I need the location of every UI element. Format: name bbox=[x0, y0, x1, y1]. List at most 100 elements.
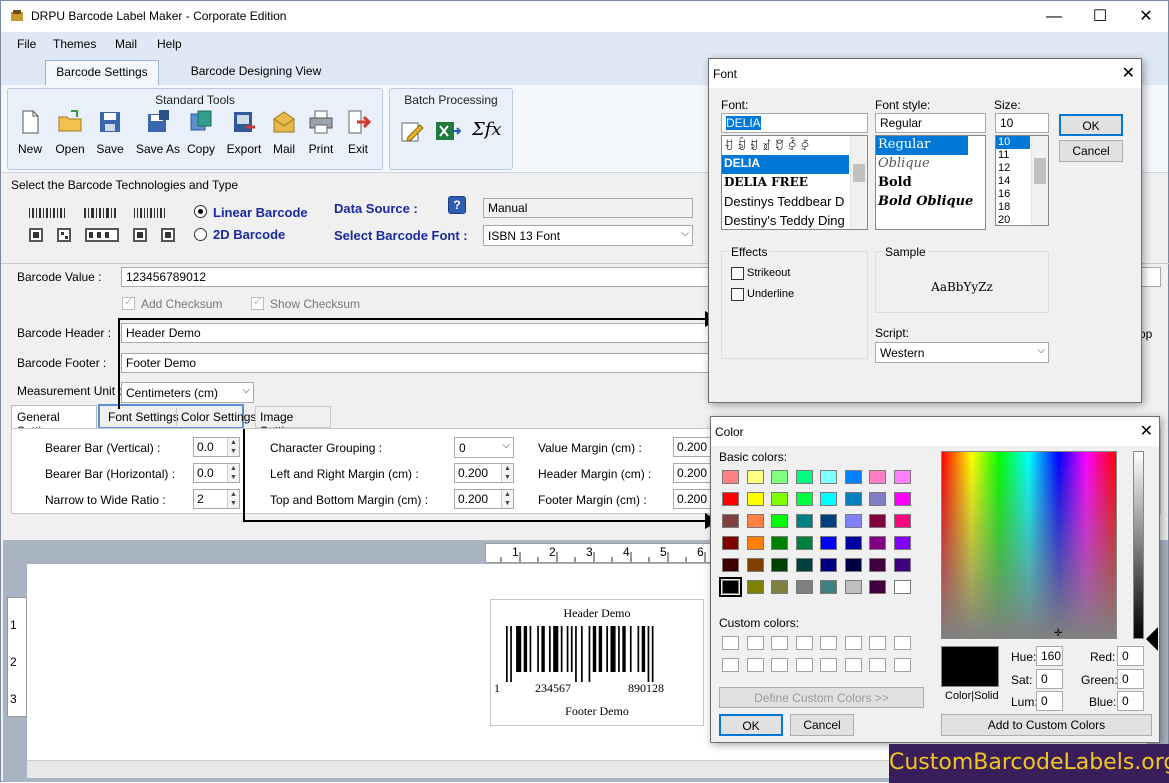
custom-color-swatch[interactable] bbox=[844, 658, 862, 672]
font-list-item[interactable]: Destinys Teddbear D bbox=[722, 193, 867, 212]
exit-button[interactable]: Exit bbox=[336, 109, 380, 156]
custom-color-swatch[interactable] bbox=[722, 658, 739, 672]
custom-color-swatch[interactable] bbox=[893, 636, 911, 650]
font-name-input[interactable]: DELIA bbox=[721, 113, 868, 133]
script-select[interactable]: Western ⌵ bbox=[875, 342, 1049, 363]
close-button[interactable]: ✕ bbox=[1123, 3, 1169, 30]
custom-color-swatch[interactable] bbox=[820, 658, 837, 672]
excel-icon[interactable] bbox=[434, 119, 462, 143]
font-list-item[interactable]: Destiny's Teddy Ding bbox=[722, 212, 867, 229]
menu-themes[interactable]: Themes bbox=[53, 37, 96, 51]
barcode-font-select[interactable]: ISBN 13 Font ⌵ bbox=[483, 225, 693, 246]
menu-file[interactable]: File bbox=[17, 37, 36, 51]
font-style-item[interactable]: Oblique bbox=[876, 155, 985, 174]
sat-input[interactable]: 0 bbox=[1036, 669, 1063, 689]
font-ok-button[interactable]: OK bbox=[1059, 114, 1123, 136]
new-document-icon bbox=[22, 110, 39, 134]
2d-barcode-radio[interactable] bbox=[194, 228, 207, 241]
font-name-value: DELIA bbox=[726, 116, 761, 130]
custom-color-swatch[interactable] bbox=[746, 636, 764, 650]
font-style-label: Font style: bbox=[875, 98, 931, 112]
minimize-button[interactable]: — bbox=[1031, 3, 1077, 30]
custom-color-swatch[interactable] bbox=[795, 658, 813, 672]
save-as-button[interactable]: Save As bbox=[135, 109, 181, 156]
data-source-field[interactable]: Manual bbox=[483, 198, 693, 218]
exit-icon bbox=[348, 110, 372, 134]
2d-barcode-label[interactable]: 2D Barcode bbox=[213, 227, 285, 242]
font-list[interactable]: ꀀ ꀁ ꀂ ꀃ ꀄ ꀅ ꀆ DELIA DELIA FREE Destinys … bbox=[721, 135, 868, 230]
custom-color-swatch[interactable] bbox=[869, 636, 886, 650]
linear-barcode-label[interactable]: Linear Barcode bbox=[213, 205, 308, 220]
export-label: Export bbox=[226, 142, 262, 156]
blue-input[interactable]: 0 bbox=[1117, 691, 1144, 711]
formula-icon[interactable]: Σfx bbox=[472, 119, 502, 140]
left-ruler: 1 2 3 bbox=[7, 597, 27, 717]
new-button[interactable]: New bbox=[8, 109, 52, 156]
maximize-button[interactable]: ☐ bbox=[1077, 3, 1123, 30]
font-dialog: Font ✕ Font: DELIA ꀀ ꀁ ꀂ ꀃ ꀄ ꀅ ꀆ DELIA D… bbox=[708, 58, 1142, 403]
copy-button[interactable]: Copy bbox=[179, 109, 223, 156]
help-icon[interactable]: ? bbox=[448, 196, 466, 214]
font-list-item[interactable]: DELIA bbox=[722, 155, 849, 174]
tab-general-settings[interactable]: General Settings bbox=[11, 405, 97, 438]
color-spectrum[interactable]: ✛ bbox=[941, 451, 1117, 639]
luminance-slider[interactable] bbox=[1133, 451, 1144, 639]
custom-color-swatch[interactable] bbox=[869, 658, 886, 672]
barcode-bar bbox=[641, 626, 646, 672]
custom-color-swatch[interactable] bbox=[820, 636, 837, 650]
green-input[interactable]: 0 bbox=[1117, 669, 1144, 689]
watermark-banner: CustomBarcodeLabels.org bbox=[889, 744, 1169, 783]
tab-barcode-designing-view[interactable]: Barcode Designing View bbox=[181, 60, 331, 85]
sat-label: Sat: bbox=[1011, 673, 1033, 687]
font-style-list[interactable]: Regular Oblique Bold Bold Oblique bbox=[875, 135, 986, 230]
size-list[interactable]: 10 11 12 14 16 18 20 bbox=[995, 135, 1049, 226]
barcode-bar bbox=[516, 626, 522, 672]
barcode-bar bbox=[629, 626, 632, 672]
hue-input[interactable]: 160 bbox=[1036, 646, 1063, 666]
size-list-scrollbar[interactable] bbox=[1031, 136, 1048, 225]
open-button[interactable]: Open bbox=[48, 109, 92, 156]
font-cancel-button[interactable]: Cancel bbox=[1059, 140, 1123, 162]
custom-color-swatch[interactable] bbox=[771, 636, 788, 650]
ruler-ticks bbox=[500, 552, 706, 562]
define-custom-colors-button[interactable]: Define Custom Colors >> bbox=[719, 687, 924, 708]
color-preview bbox=[941, 646, 999, 687]
tab-barcode-settings[interactable]: Barcode Settings bbox=[45, 60, 159, 85]
custom-color-swatch[interactable] bbox=[771, 658, 788, 672]
color-ok-button[interactable]: OK bbox=[719, 714, 783, 736]
custom-color-swatch[interactable] bbox=[795, 636, 813, 650]
close-icon[interactable]: ✕ bbox=[1122, 63, 1135, 83]
font-style-input[interactable]: Regular bbox=[875, 113, 986, 133]
size-input[interactable]: 10 bbox=[995, 113, 1049, 133]
menu-help[interactable]: Help bbox=[157, 37, 182, 51]
custom-color-swatch[interactable] bbox=[722, 636, 739, 650]
custom-color-swatch[interactable] bbox=[746, 658, 764, 672]
size-item[interactable]: 10 bbox=[996, 136, 1030, 149]
add-to-custom-colors-button[interactable]: Add to Custom Colors bbox=[941, 714, 1152, 736]
barcode-label-preview[interactable]: Header Demo 1 234567 890128 Footer Demo bbox=[490, 599, 704, 726]
custom-color-swatch[interactable] bbox=[893, 658, 911, 672]
color-cancel-button[interactable]: Cancel bbox=[790, 714, 854, 736]
linear-barcode-radio[interactable] bbox=[194, 205, 207, 218]
red-input[interactable]: 0 bbox=[1117, 646, 1144, 666]
edit-icon[interactable] bbox=[400, 119, 424, 143]
batch-processing-group: Batch Processing Σfx bbox=[389, 88, 513, 170]
export-button[interactable]: Export bbox=[222, 109, 266, 156]
save-button[interactable]: Save bbox=[88, 109, 132, 156]
ruler-mark: 3 bbox=[10, 692, 17, 706]
font-style-item[interactable]: Regular bbox=[876, 136, 968, 155]
lum-input[interactable]: 0 bbox=[1036, 691, 1063, 711]
menu-mail[interactable]: Mail bbox=[115, 37, 137, 51]
open-label: Open bbox=[55, 142, 85, 156]
strikeout-label: Strikeout bbox=[747, 267, 791, 279]
strikeout-checkbox[interactable] bbox=[731, 267, 744, 280]
font-list-item[interactable]: ꀀ ꀁ ꀂ ꀃ ꀄ ꀅ ꀆ bbox=[722, 136, 867, 155]
custom-color-swatch[interactable] bbox=[844, 636, 862, 650]
font-list-scrollbar[interactable] bbox=[850, 136, 867, 229]
luminance-pointer-icon[interactable] bbox=[1144, 625, 1158, 653]
font-style-item[interactable]: Bold Oblique bbox=[876, 193, 985, 212]
close-icon[interactable]: ✕ bbox=[1140, 421, 1153, 441]
font-style-item[interactable]: Bold bbox=[876, 174, 985, 193]
font-list-item[interactable]: DELIA FREE bbox=[722, 174, 867, 193]
underline-checkbox[interactable] bbox=[731, 288, 744, 301]
